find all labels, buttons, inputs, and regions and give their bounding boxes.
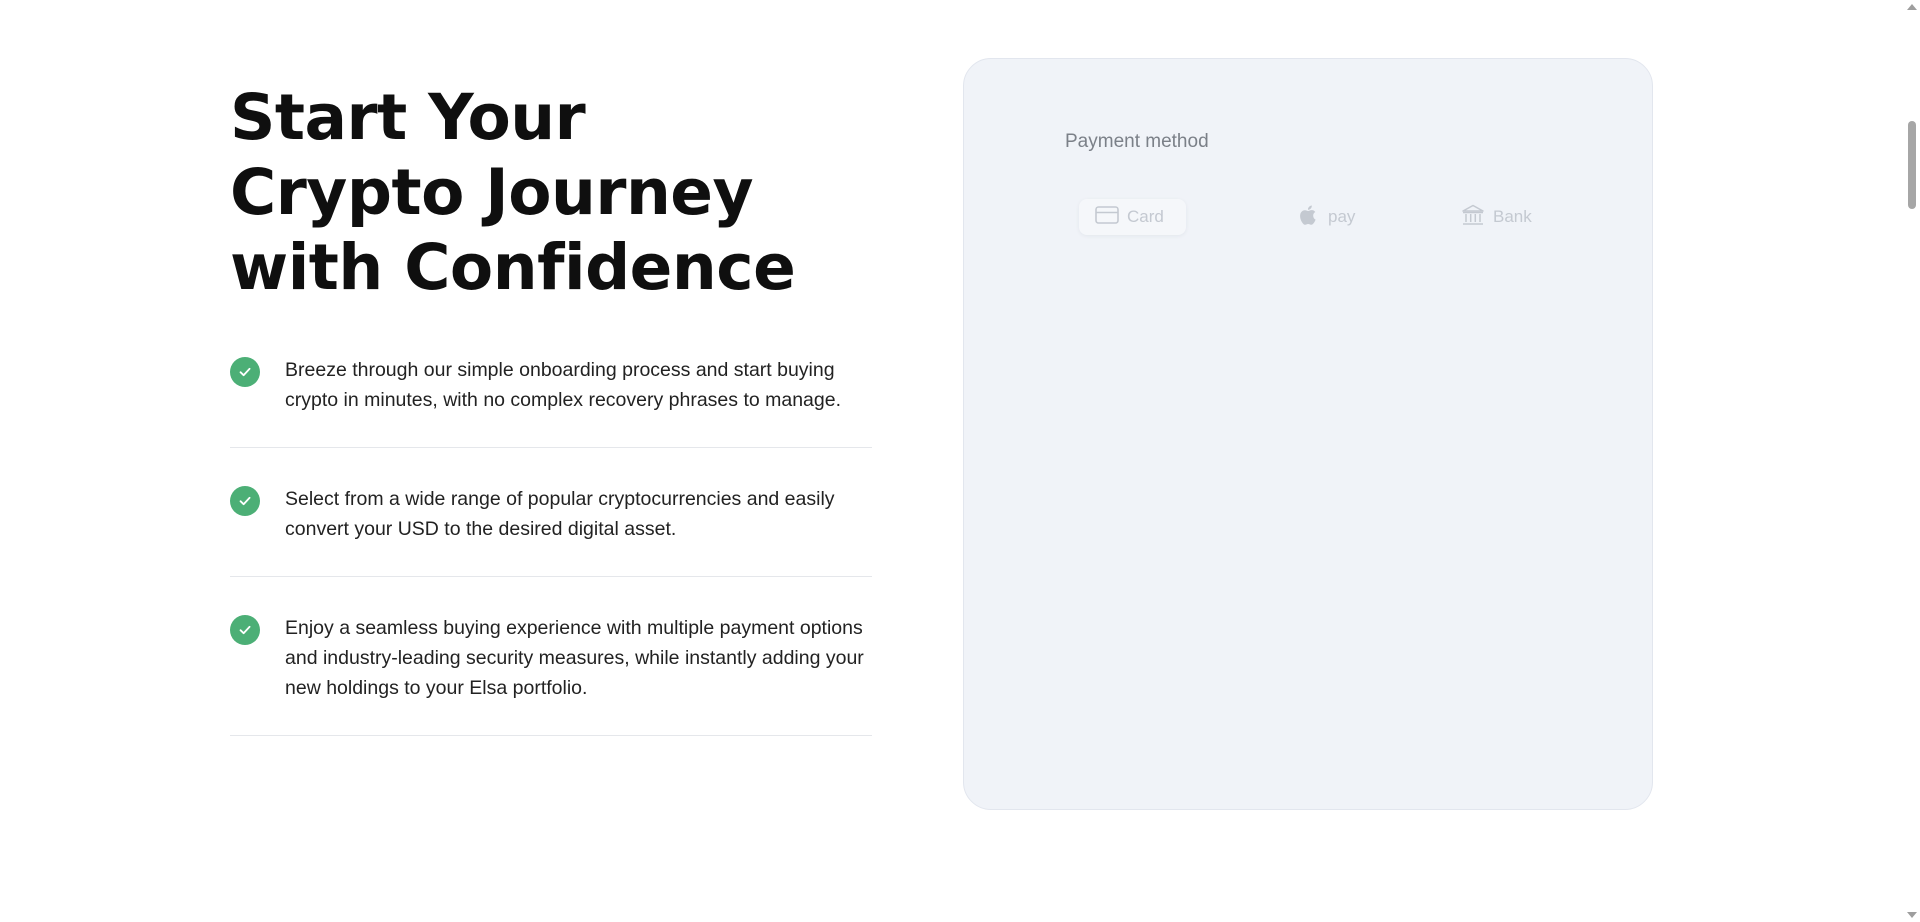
hero-section: Start Your Crypto Journey with Confidenc… (230, 80, 872, 736)
scroll-up-icon[interactable] (1907, 4, 1917, 10)
page-scrollbar[interactable] (1904, 0, 1920, 922)
payment-option-label: pay (1328, 207, 1356, 226)
feature-list: Breeze through our simple onboarding pro… (230, 355, 872, 736)
feature-item: Enjoy a seamless buying experience with … (230, 577, 872, 736)
page: Start Your Crypto Journey with Confidenc… (0, 0, 1920, 922)
scrollbar-thumb[interactable] (1908, 121, 1916, 209)
apple-icon (1298, 203, 1320, 232)
payment-option-label: Card (1127, 207, 1164, 226)
payment-method-label: Payment method (1065, 131, 1209, 152)
hero-title: Start Your Crypto Journey with Confidenc… (230, 81, 796, 304)
payment-option-label: Bank (1493, 207, 1532, 226)
check-circle-icon (230, 615, 260, 645)
feature-text: Enjoy a seamless buying experience with … (285, 617, 864, 699)
feature-item: Breeze through our simple onboarding pro… (230, 355, 872, 448)
check-circle-icon (230, 357, 260, 387)
credit-card-icon (1095, 205, 1119, 230)
bank-icon (1461, 203, 1485, 232)
feature-text: Breeze through our simple onboarding pro… (285, 359, 842, 411)
scroll-down-icon[interactable] (1907, 912, 1917, 918)
payment-option-apple-pay[interactable]: pay (1282, 199, 1371, 235)
payment-option-card[interactable]: Card (1079, 199, 1186, 235)
feature-text: Select from a wide range of popular cryp… (285, 488, 835, 540)
check-circle-icon (230, 486, 260, 516)
feature-item: Select from a wide range of popular cryp… (230, 448, 872, 577)
payment-widget: Payment method Card pay Bank (963, 58, 1653, 810)
payment-option-bank[interactable]: Bank (1445, 199, 1548, 235)
